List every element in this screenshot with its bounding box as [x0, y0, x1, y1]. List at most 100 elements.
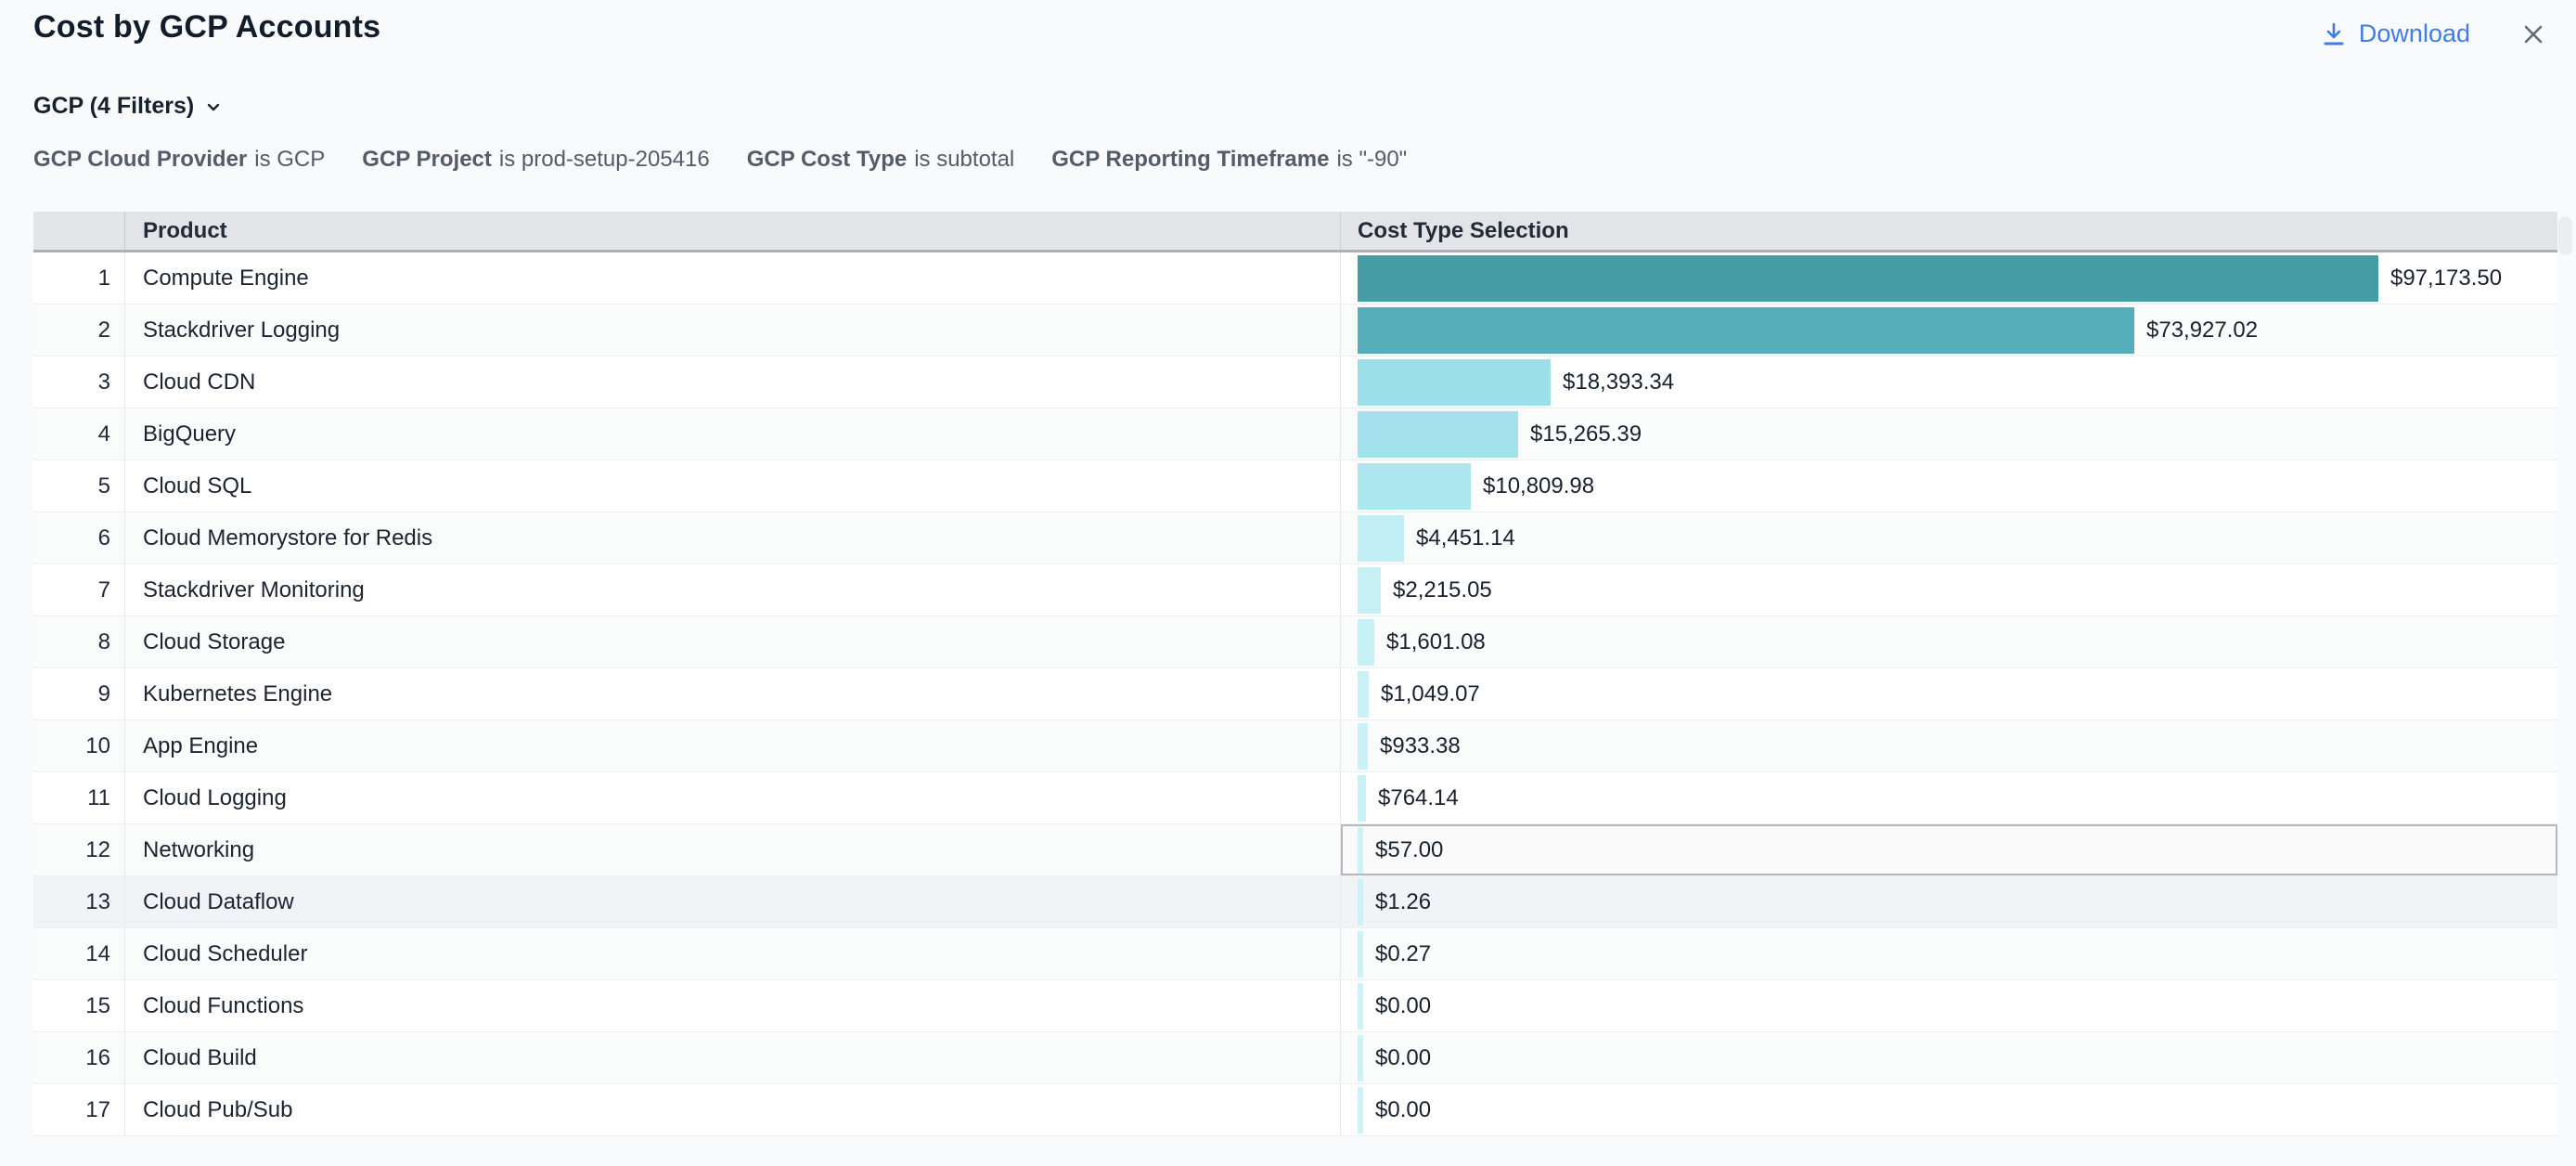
cost-value: $4,451.14 [1416, 525, 1515, 551]
header-index [33, 212, 124, 250]
cost-cell[interactable]: $4,451.14 [1340, 512, 2557, 564]
download-icon [2320, 20, 2348, 48]
filters-summary-label: GCP (4 Filters) [33, 93, 194, 120]
table-row: 16Cloud Build$0.00 [33, 1032, 2557, 1084]
table-row: 1Compute Engine$97,173.50 [33, 253, 2557, 304]
filter-chip-condition: is "-90" [1336, 147, 1407, 172]
cost-cell[interactable]: $0.27 [1340, 928, 2557, 979]
cost-bar [1358, 879, 1363, 926]
product-cell[interactable]: Cloud Dataflow [124, 876, 1340, 927]
row-index: 10 [33, 720, 124, 771]
product-cell[interactable]: Networking [124, 824, 1340, 875]
table-row: 13Cloud Dataflow$1.26 [33, 876, 2557, 928]
table-row: 7Stackdriver Monitoring$2,215.05 [33, 564, 2557, 616]
cost-value: $73,927.02 [2146, 317, 2258, 343]
filter-chip-name: GCP Reporting Timeframe [1051, 147, 1329, 172]
cost-cell[interactable]: $0.00 [1340, 980, 2557, 1031]
table-row: 11Cloud Logging $764.14 [33, 772, 2557, 824]
row-index: 7 [33, 564, 124, 615]
cost-value: $0.00 [1375, 1045, 1431, 1071]
cost-bar [1358, 567, 1381, 614]
cost-bar [1358, 411, 1518, 458]
cost-cell[interactable]: $0.00 [1340, 1032, 2557, 1083]
product-cell[interactable]: Cloud CDN [124, 356, 1340, 408]
cost-cell[interactable]: $97,173.50 [1340, 253, 2557, 304]
cost-bar [1358, 255, 2378, 302]
cost-cell[interactable]: $0.00 [1340, 1084, 2557, 1135]
product-cell[interactable]: Kubernetes Engine [124, 668, 1340, 719]
filter-chip-condition: is GCP [254, 147, 325, 172]
row-index: 1 [33, 253, 124, 304]
cost-cell[interactable]: $57.00 [1340, 824, 2557, 875]
product-cell[interactable]: Cloud Functions [124, 980, 1340, 1031]
filters-dropdown-toggle[interactable]: GCP (4 Filters) [33, 93, 224, 120]
cost-bar [1358, 1035, 1363, 1082]
filter-chip: GCP Reporting Timeframe is "-90" [1051, 147, 1407, 173]
filter-chip-condition: is subtotal [914, 147, 1014, 172]
header-cost-type-selection[interactable]: Cost Type Selection [1340, 212, 2557, 250]
cost-cell[interactable]: $18,393.34 [1340, 356, 2557, 408]
filter-chip: GCP Cloud Provider is GCP [33, 147, 325, 173]
product-cell[interactable]: Cloud SQL [124, 460, 1340, 512]
cost-bar [1358, 359, 1551, 406]
product-cell[interactable]: Cloud Build [124, 1032, 1340, 1083]
cost-cell[interactable]: $933.38 [1340, 720, 2557, 771]
cost-cell[interactable]: $764.14 [1340, 772, 2557, 823]
download-button[interactable]: Download [2314, 19, 2476, 49]
product-cell[interactable]: Cloud Scheduler [124, 928, 1340, 979]
row-index: 12 [33, 824, 124, 875]
cost-value: $933.38 [1380, 733, 1461, 759]
cost-cell[interactable]: $1,049.07 [1340, 668, 2557, 719]
product-cell[interactable]: Compute Engine [124, 253, 1340, 304]
table-row: 4BigQuery$15,265.39 [33, 408, 2557, 460]
product-cell[interactable]: Cloud Storage [124, 616, 1340, 667]
scrollbar-thumb[interactable] [2558, 216, 2572, 255]
product-cell[interactable]: Stackdriver Monitoring [124, 564, 1340, 615]
row-index: 9 [33, 668, 124, 719]
row-index: 5 [33, 460, 124, 512]
row-index: 3 [33, 356, 124, 408]
table-row: 6Cloud Memorystore for Redis$4,451.14 [33, 512, 2557, 564]
product-cell[interactable]: Cloud Memorystore for Redis [124, 512, 1340, 564]
cost-cell[interactable]: $1.26 [1340, 876, 2557, 927]
product-cell[interactable]: Cloud Logging [124, 772, 1340, 823]
product-cell[interactable]: BigQuery [124, 408, 1340, 460]
row-index: 8 [33, 616, 124, 667]
close-button[interactable] [2518, 19, 2548, 49]
filter-chip-name: GCP Cloud Provider [33, 147, 247, 172]
header-product[interactable]: Product [124, 212, 1340, 250]
row-index: 13 [33, 876, 124, 927]
cost-cell[interactable]: $10,809.98 [1340, 460, 2557, 512]
cost-value: $0.00 [1375, 993, 1431, 1019]
cost-value: $57.00 [1375, 837, 1443, 863]
cost-cell[interactable]: $15,265.39 [1340, 408, 2557, 460]
filter-chip: GCP Projectis prod-setup-205416 [362, 147, 709, 173]
download-label: Download [2359, 19, 2470, 48]
table-row: 17Cloud Pub/Sub$0.00 [33, 1084, 2557, 1136]
cost-bar [1358, 671, 1369, 718]
table-header: Product Cost Type Selection [33, 212, 2557, 253]
table-row: 2Stackdriver Logging $73,927.02 [33, 304, 2557, 356]
table-row: 15Cloud Functions$0.00 [33, 980, 2557, 1032]
cost-cell[interactable]: $1,601.08 [1340, 616, 2557, 667]
product-cell[interactable]: Cloud Pub/Sub [124, 1084, 1340, 1135]
cost-bar [1358, 1087, 1363, 1134]
cost-value: $10,809.98 [1483, 473, 1594, 499]
cost-cell[interactable]: $2,215.05 [1340, 564, 2557, 615]
cost-bar [1358, 515, 1404, 562]
row-index: 4 [33, 408, 124, 460]
table-row: 3Cloud CDN$18,393.34 [33, 356, 2557, 408]
row-index: 2 [33, 304, 124, 356]
cost-value: $764.14 [1378, 785, 1459, 811]
table-row: 8Cloud Storage$1,601.08 [33, 616, 2557, 668]
product-cell[interactable]: Stackdriver Logging [124, 304, 1340, 356]
product-cell[interactable]: App Engine [124, 720, 1340, 771]
cost-bar [1358, 931, 1363, 978]
cost-bar [1358, 827, 1363, 874]
table-row: 12Networking $57.00 [33, 824, 2557, 876]
row-index: 11 [33, 772, 124, 823]
cost-value: $0.00 [1375, 1097, 1431, 1123]
table-row: 10App Engine $933.38 [33, 720, 2557, 772]
cost-table: Product Cost Type Selection 1Compute Eng… [33, 212, 2557, 1136]
cost-cell[interactable]: $73,927.02 [1340, 304, 2557, 356]
